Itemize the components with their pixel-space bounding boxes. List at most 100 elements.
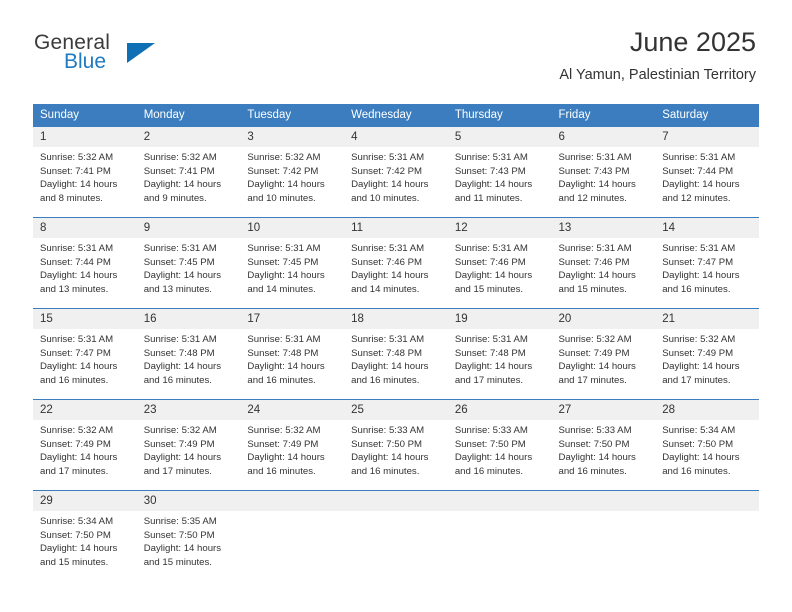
calendar-day-cell[interactable]: 10 Sunrise: 5:31 AM Sunset: 7:45 PM Dayligh… [240, 217, 345, 309]
calendar-day-cell[interactable]: 2 Sunrise: 5:32 AM Sunset: 7:41 PM Daylight… [136, 126, 241, 218]
sunset-text: Sunset: 7:49 PM [662, 347, 734, 359]
weekday-header-tuesday: Tuesday [240, 104, 345, 127]
daylight-text-line1: Daylight: 14 hours [662, 361, 740, 373]
calendar-day-cell[interactable]: 29 Sunrise: 5:34 AM Sunset: 7:50 PM Dayligh… [33, 490, 137, 581]
calendar-day-cell[interactable]: 22 Sunrise: 5:32 AM Sunset: 7:49 PM Dayligh… [33, 399, 137, 491]
calendar-day-cell[interactable]: 11 Sunrise: 5:31 AM Sunset: 7:46 PM Dayligh… [344, 217, 448, 309]
calendar-day-cell[interactable]: 3 Sunrise: 5:32 AM Sunset: 7:42 PM Daylight… [240, 126, 345, 218]
day-details: Sunrise: 5:31 AM Sunset: 7:45 PM Daylight:… [137, 238, 241, 296]
day-number: 29 [33, 491, 137, 511]
daylight-text-line2: and 16 minutes. [40, 374, 109, 386]
daylight-text-line2: and 9 minutes. [143, 192, 207, 204]
day-number: 12 [447, 218, 552, 238]
calendar-day-cell[interactable]: 5 Sunrise: 5:31 AM Sunset: 7:43 PM Daylight… [447, 126, 552, 218]
day-number: 20 [551, 309, 656, 329]
sunrise-text: Sunrise: 5:31 AM [454, 152, 528, 163]
calendar-day-cell[interactable]: 20 Sunrise: 5:32 AM Sunset: 7:49 PM Dayligh… [551, 308, 656, 400]
calendar-day-cell[interactable]: 14 Sunrise: 5:31 AM Sunset: 7:47 PM Dayligh… [655, 217, 759, 309]
sunrise-text: Sunrise: 5:32 AM [247, 152, 321, 163]
calendar-day-cell[interactable]: 6 Sunrise: 5:31 AM Sunset: 7:43 PM Daylight… [551, 126, 656, 218]
calendar-day-cell[interactable]: 26 Sunrise: 5:33 AM Sunset: 7:50 PM Dayligh… [447, 399, 552, 491]
sunset-text: Sunset: 7:50 PM [558, 438, 630, 450]
daylight-text-line2: and 16 minutes. [454, 465, 524, 477]
sunrise-text: Sunrise: 5:32 AM [662, 334, 736, 345]
daylight-text-line2: and 14 minutes. [351, 283, 420, 295]
sunrise-text: Sunrise: 5:34 AM [662, 425, 736, 436]
calendar-day-cell[interactable]: 17 Sunrise: 5:31 AM Sunset: 7:48 PM Dayligh… [240, 308, 345, 400]
day-number: 27 [551, 400, 656, 420]
day-number: 11 [344, 218, 448, 238]
calendar-day-cell[interactable]: 16 Sunrise: 5:31 AM Sunset: 7:48 PM Dayligh… [136, 308, 241, 400]
calendar-day-cell[interactable]: 1 Sunrise: 5:32 AM Sunset: 7:41 PM Daylight… [33, 126, 137, 218]
day-number: 5 [447, 127, 552, 147]
calendar-day-cell-empty [447, 490, 552, 581]
daylight-text-line2: and 14 minutes. [247, 283, 316, 295]
daylight-text-line2: and 12 minutes. [662, 192, 731, 204]
daylight-text-line2: and 8 minutes. [40, 192, 103, 204]
daylight-text-line1: Daylight: 14 hours [662, 452, 740, 464]
calendar-day-cell[interactable]: 12 Sunrise: 5:31 AM Sunset: 7:46 PM Dayligh… [447, 217, 552, 309]
daylight-text-line2: and 10 minutes. [351, 192, 420, 204]
sunrise-text: Sunrise: 5:32 AM [143, 152, 217, 163]
calendar-day-cell[interactable]: 23 Sunrise: 5:32 AM Sunset: 7:49 PM Dayligh… [136, 399, 241, 491]
day-details: Sunrise: 5:31 AM Sunset: 7:44 PM Daylight:… [655, 147, 759, 205]
sunrise-text: Sunrise: 5:32 AM [247, 425, 321, 436]
calendar-day-cell[interactable]: 13 Sunrise: 5:31 AM Sunset: 7:46 PM Dayligh… [551, 217, 656, 309]
title-block: June 2025 Al Yamun, Palestinian Territor… [559, 27, 756, 82]
sunset-text: Sunset: 7:49 PM [247, 438, 319, 450]
day-details: Sunrise: 5:32 AM Sunset: 7:42 PM Daylight:… [240, 147, 344, 205]
daylight-text-line1: Daylight: 14 hours [558, 361, 636, 373]
calendar-day-cell[interactable]: 7 Sunrise: 5:31 AM Sunset: 7:44 PM Daylight… [655, 126, 759, 218]
day-number: 8 [33, 218, 137, 238]
calendar-header-row: Sunday Monday Tuesday Wednesday Thursday… [33, 104, 759, 127]
day-details: Sunrise: 5:34 AM Sunset: 7:50 PM Daylight:… [33, 511, 137, 569]
calendar-day-cell[interactable]: 21 Sunrise: 5:32 AM Sunset: 7:49 PM Dayligh… [655, 308, 759, 400]
daylight-text-line2: and 16 minutes. [247, 465, 316, 477]
daylight-text-line2: and 15 minutes. [143, 556, 212, 568]
weekday-header-wednesday: Wednesday [344, 104, 448, 127]
day-details: Sunrise: 5:32 AM Sunset: 7:49 PM Daylight:… [33, 420, 137, 478]
sunrise-text: Sunrise: 5:31 AM [558, 243, 632, 254]
sunset-text: Sunset: 7:46 PM [454, 256, 526, 268]
daylight-text-line2: and 16 minutes. [558, 465, 627, 477]
day-number: 6 [551, 127, 656, 147]
sunset-text: Sunset: 7:48 PM [143, 347, 215, 359]
day-number: 18 [344, 309, 448, 329]
sunset-text: Sunset: 7:50 PM [662, 438, 734, 450]
calendar-day-cell[interactable]: 25 Sunrise: 5:33 AM Sunset: 7:50 PM Dayligh… [344, 399, 448, 491]
day-number: 9 [136, 218, 241, 238]
sunset-text: Sunset: 7:50 PM [40, 529, 111, 541]
page-title: June 2025 [629, 27, 756, 57]
calendar-day-cell[interactable]: 9 Sunrise: 5:31 AM Sunset: 7:45 PM Daylight… [136, 217, 241, 309]
daylight-text-line2: and 17 minutes. [143, 465, 212, 477]
weekday-header-friday: Friday [551, 104, 656, 127]
sunrise-text: Sunrise: 5:31 AM [40, 334, 114, 345]
sunset-text: Sunset: 7:48 PM [351, 347, 423, 359]
daylight-text-line1: Daylight: 14 hours [40, 543, 118, 555]
general-blue-logo[interactable]: General Blue [34, 32, 155, 78]
day-details: Sunrise: 5:32 AM Sunset: 7:41 PM Daylight:… [137, 147, 241, 205]
calendar-day-cell[interactable]: 15 Sunrise: 5:31 AM Sunset: 7:47 PM Dayligh… [33, 308, 137, 400]
day-details: Sunrise: 5:32 AM Sunset: 7:49 PM Daylight:… [137, 420, 241, 478]
calendar-day-cell[interactable]: 8 Sunrise: 5:31 AM Sunset: 7:44 PM Daylight… [33, 217, 137, 309]
daylight-text-line1: Daylight: 14 hours [143, 452, 222, 464]
day-details: Sunrise: 5:33 AM Sunset: 7:50 PM Daylight:… [448, 420, 552, 478]
calendar-day-cell-empty [240, 490, 345, 581]
calendar-day-cell[interactable]: 19 Sunrise: 5:31 AM Sunset: 7:48 PM Dayligh… [447, 308, 552, 400]
day-details: Sunrise: 5:32 AM Sunset: 7:41 PM Daylight:… [33, 147, 137, 205]
day-number: 16 [136, 309, 241, 329]
calendar-day-cell[interactable]: 4 Sunrise: 5:31 AM Sunset: 7:42 PM Daylight… [344, 126, 448, 218]
calendar-day-cell[interactable]: 18 Sunrise: 5:31 AM Sunset: 7:48 PM Dayligh… [344, 308, 448, 400]
calendar-day-cell[interactable]: 28 Sunrise: 5:34 AM Sunset: 7:50 PM Dayligh… [655, 399, 759, 491]
daylight-text-line2: and 15 minutes. [558, 283, 627, 295]
day-number: 23 [136, 400, 241, 420]
sunset-text: Sunset: 7:46 PM [558, 256, 630, 268]
day-details: Sunrise: 5:31 AM Sunset: 7:46 PM Daylight:… [344, 238, 448, 296]
daylight-text-line1: Daylight: 14 hours [662, 179, 740, 191]
sunset-text: Sunset: 7:49 PM [143, 438, 215, 450]
calendar-day-cell[interactable]: 24 Sunrise: 5:32 AM Sunset: 7:49 PM Dayligh… [240, 399, 345, 491]
calendar-day-cell[interactable]: 30 Sunrise: 5:35 AM Sunset: 7:50 PM Dayligh… [136, 490, 241, 581]
day-number: 19 [447, 309, 552, 329]
day-details: Sunrise: 5:32 AM Sunset: 7:49 PM Daylight:… [552, 329, 656, 387]
calendar-day-cell[interactable]: 27 Sunrise: 5:33 AM Sunset: 7:50 PM Dayligh… [551, 399, 656, 491]
